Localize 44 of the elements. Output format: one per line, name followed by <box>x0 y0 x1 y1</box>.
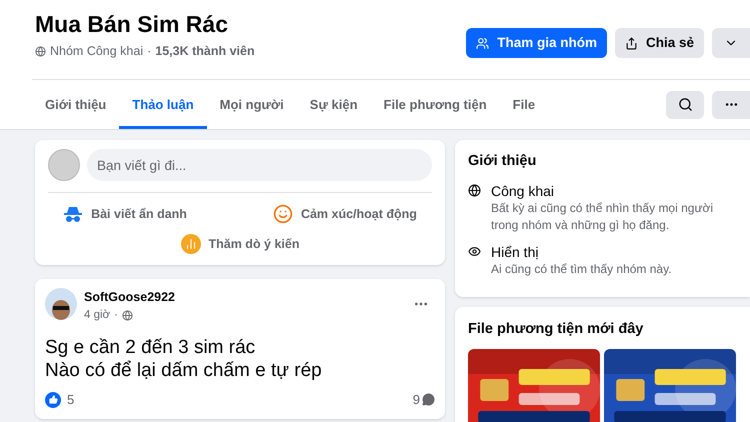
composer-option[interactable]: Cảm xúc/hoạt động <box>264 203 425 225</box>
about-item-text: Ai cũng có thể tìm thấy nhóm này. <box>491 260 673 278</box>
like-icon <box>45 392 61 408</box>
separator-dot: · <box>147 43 152 60</box>
nav-tab[interactable]: Sự kiện <box>296 80 371 129</box>
globe-icon <box>35 46 46 57</box>
poll-icon <box>180 234 200 254</box>
smiley-icon <box>272 204 293 224</box>
post-text-line: Nào có để lại dấm chấm e tự rép <box>45 359 323 382</box>
nav-tab[interactable]: Giới thiệu <box>32 80 120 129</box>
about-item-text: Bất kỳ ai cũng có thể nhìn thấy mọi người trong nhóm và những gì họ đăng. <box>491 200 714 234</box>
nav-tab[interactable]: Thảo luận <box>119 80 207 129</box>
search-icon <box>678 97 692 112</box>
search-button[interactable] <box>666 90 704 118</box>
post-text-line: Sg e cần 2 đến 3 sim rác <box>45 336 256 359</box>
post-time[interactable]: 4 giờ <box>84 306 110 324</box>
media-title: File phương tiện mới đây <box>468 320 644 339</box>
hat-glasses-icon <box>63 205 84 223</box>
like-count[interactable]: 5 <box>67 390 74 410</box>
member-count: 15,3K thành viên <box>155 43 255 60</box>
composer-option[interactable]: Bài viết ẩn danh <box>55 203 195 225</box>
composer-option[interactable]: Thăm dò ý kiến <box>172 233 308 255</box>
comment-count[interactable]: 9 <box>412 390 420 410</box>
comment-icon <box>422 393 435 406</box>
nav-tab[interactable]: Mọi người <box>206 80 297 129</box>
globe-icon <box>122 310 133 321</box>
about-item-title: Hiển thị <box>491 242 540 261</box>
author-name[interactable]: SoftGoose2922 <box>84 288 176 307</box>
join-group-button[interactable]: Tham gia nhóm <box>466 28 607 58</box>
post-input-field[interactable]: Bạn viết gì đi... <box>87 149 432 181</box>
group-privacy: Nhóm Công khai <box>50 43 144 60</box>
author-avatar <box>45 288 77 320</box>
about-item-title: Công khai <box>491 182 556 200</box>
nav-tab[interactable]: File <box>500 80 548 129</box>
nav-tab[interactable]: File phương tiện <box>370 80 500 129</box>
about-title: Giới thiệu <box>468 152 538 171</box>
eye-icon <box>468 244 481 258</box>
people-icon <box>476 36 490 50</box>
share-icon <box>624 36 638 50</box>
separator-dot: · <box>114 308 118 323</box>
share-button[interactable]: Chia sẻ <box>614 28 704 58</box>
user-avatar <box>48 149 80 181</box>
globe-icon <box>468 184 481 197</box>
group-title: Mua Bán Sim Rác <box>35 10 229 38</box>
